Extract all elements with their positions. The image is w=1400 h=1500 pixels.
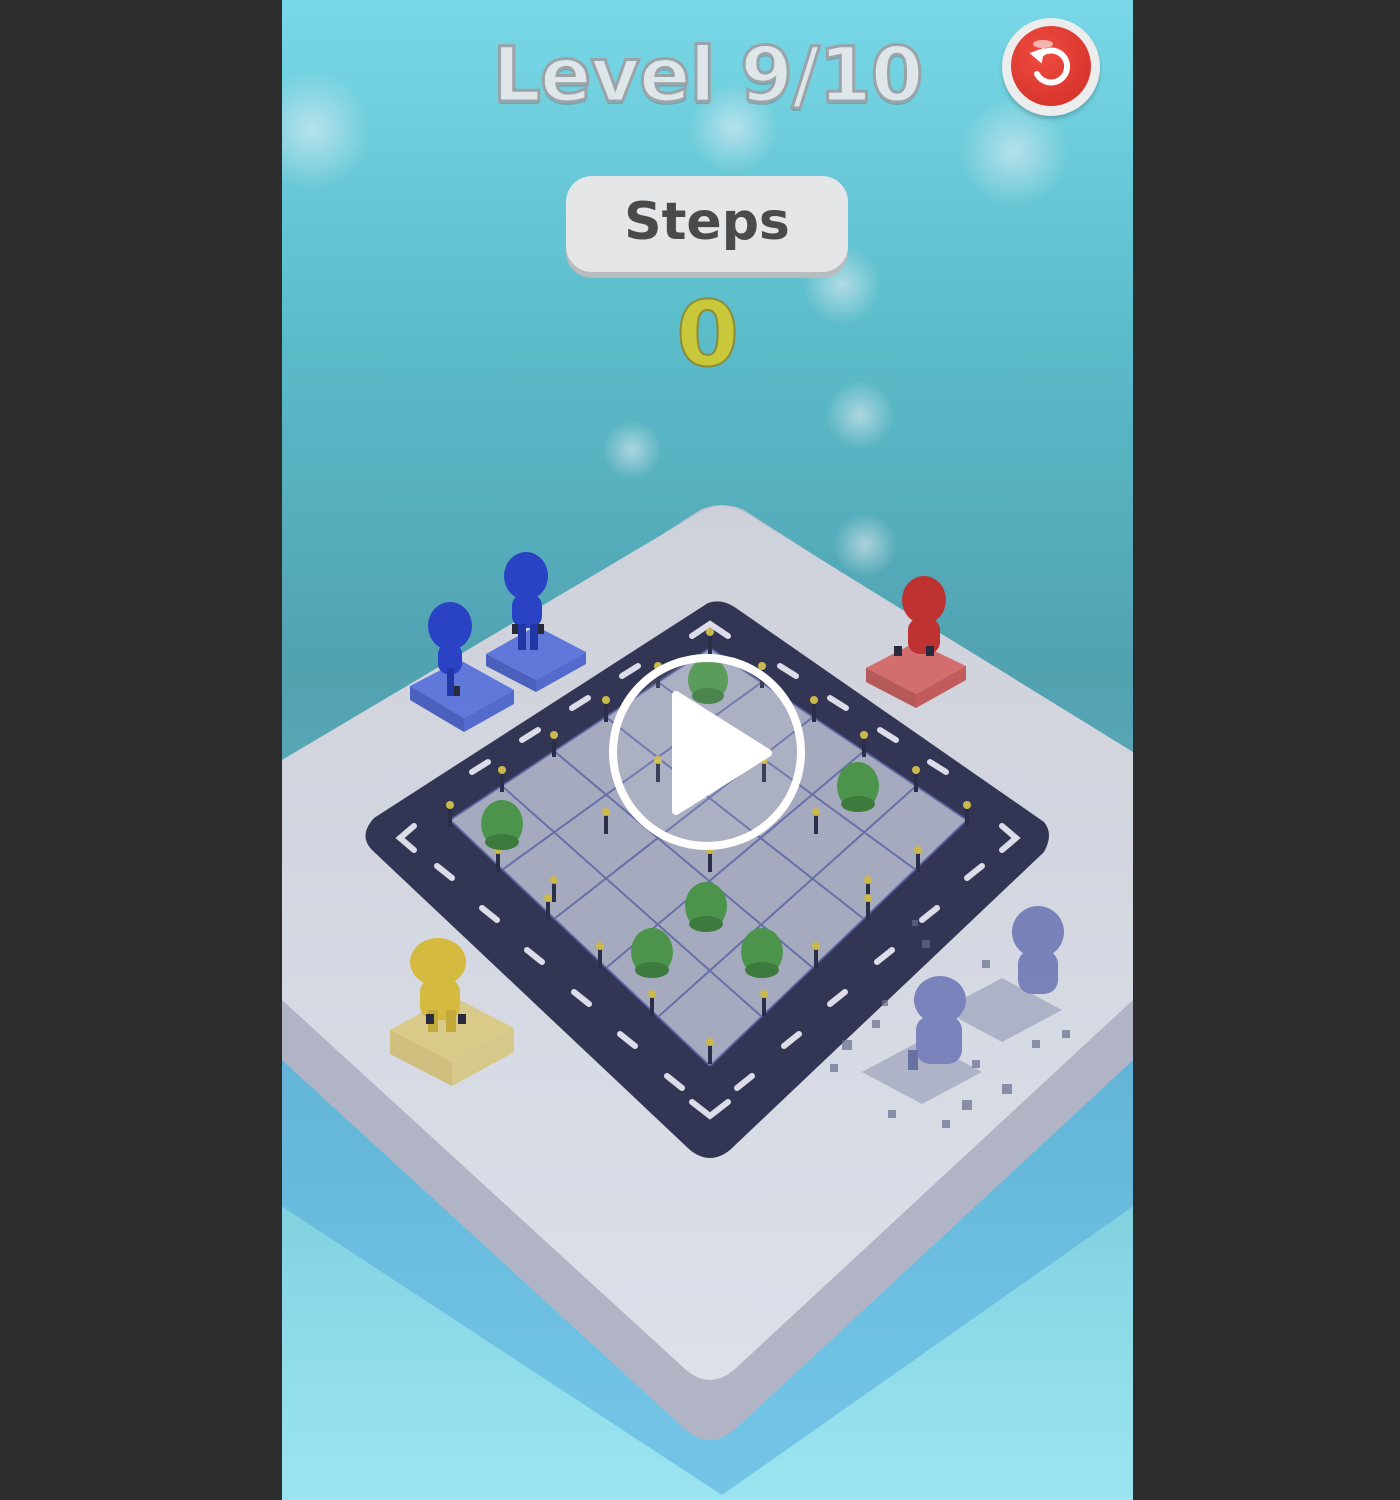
restart-icon	[1011, 26, 1091, 106]
play-button[interactable]	[606, 651, 808, 853]
restart-button[interactable]	[1002, 18, 1100, 116]
play-icon	[609, 654, 805, 850]
steps-count: 0	[675, 281, 740, 388]
steps-label: Steps	[566, 176, 848, 272]
left-letterbox	[0, 0, 282, 1500]
right-letterbox	[1133, 0, 1400, 1500]
game-viewport[interactable]: Level 9/10 Steps 0	[282, 0, 1133, 1500]
